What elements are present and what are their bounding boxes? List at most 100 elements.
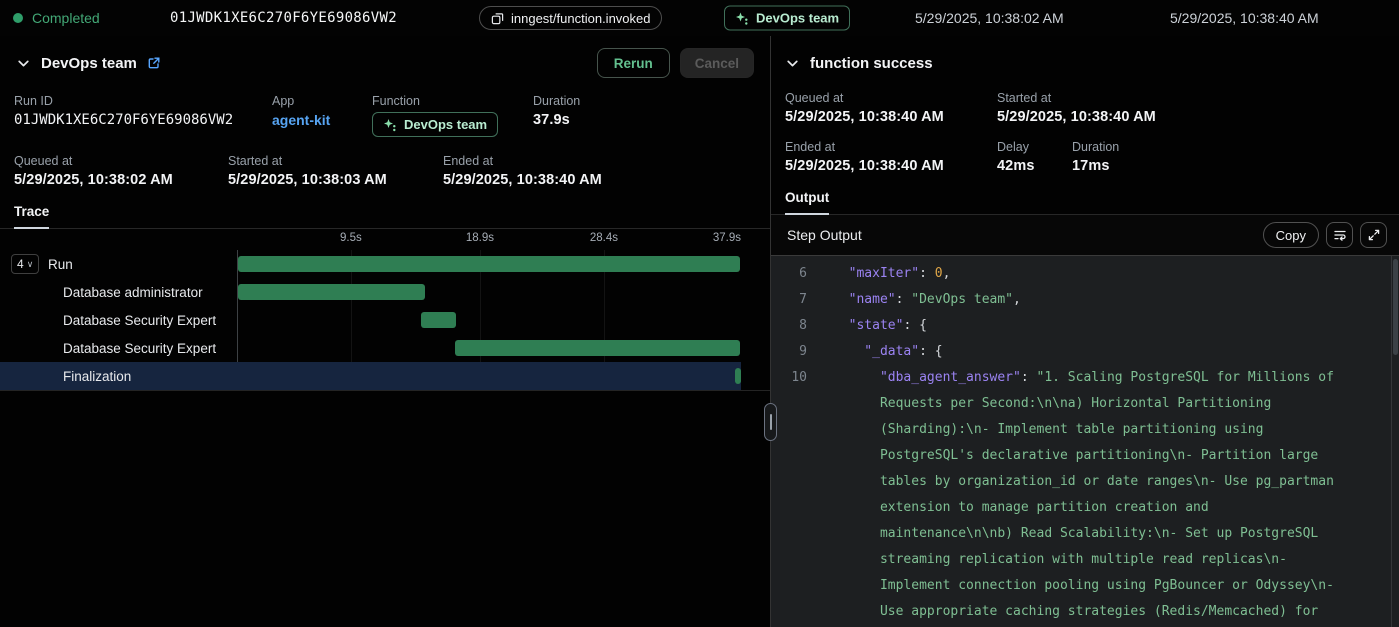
trace-span-bar[interactable] — [238, 284, 425, 300]
trace-row[interactable]: Database Security Expert — [0, 334, 770, 362]
tab-trace[interactable]: Trace — [14, 204, 49, 229]
trace-row-chart — [237, 334, 741, 362]
app-link[interactable]: agent-kit — [272, 112, 330, 128]
right-tabs: Output — [771, 189, 1399, 215]
run-id-field: Run ID 01JWDK1XE6C270F6YE69086VW2 — [14, 94, 272, 137]
code-line-content: "state": { — [833, 313, 979, 339]
axis-tick-label: 9.5s — [340, 232, 362, 244]
step-ended-label: Ended at — [785, 140, 997, 154]
run-details-panel: DevOps team Rerun Cancel Run ID 01JWDK1X… — [0, 36, 771, 627]
trace-axis-ticks: 9.5s18.9s28.4s37.9s — [237, 229, 741, 250]
sparkle-icon — [383, 118, 397, 132]
step-queued-field: Queued at 5/29/2025, 10:38:40 AM — [785, 91, 997, 125]
panel-resize-handle[interactable] — [764, 403, 777, 441]
code-line-content: "dba_agent_answer": "1. Scaling PostgreS… — [833, 365, 1399, 627]
topbar-run-id: 01JWDK1XE6C270F6YE69086VW2 — [170, 10, 397, 26]
axis-tick-label: 28.4s — [590, 232, 618, 244]
ended-label: Ended at — [443, 154, 602, 168]
step-output-title: Step Output — [787, 227, 862, 243]
run-id-value: 01JWDK1XE6C270F6YE69086VW2 — [14, 112, 272, 128]
expand-button[interactable] — [1360, 222, 1387, 248]
trace-row-label: Database Security Expert — [63, 313, 216, 328]
ended-value: 5/29/2025, 10:38:40 AM — [443, 172, 602, 188]
trace-row[interactable]: Database administrator — [0, 278, 770, 306]
function-label: Function — [372, 94, 533, 108]
code-scrollbar[interactable] — [1391, 256, 1399, 627]
trace-rows: 4∨Run Database administrator Database Secu… — [0, 250, 770, 391]
trace-row-chart — [237, 250, 741, 278]
left-tabs: Trace — [0, 203, 770, 229]
step-duration-value: 17ms — [1072, 158, 1119, 174]
app-field: App agent-kit — [272, 94, 372, 137]
status-dot-icon — [13, 13, 23, 23]
copy-button[interactable]: Copy — [1263, 222, 1319, 248]
queued-field: Queued at 5/29/2025, 10:38:02 AM — [14, 154, 228, 188]
trace-timeline: 9.5s18.9s28.4s37.9s 4∨RunDatabase admini… — [0, 229, 770, 391]
step-delay-label: Delay — [997, 140, 1072, 154]
word-wrap-button[interactable] — [1326, 222, 1353, 248]
function-field: Function DevOps team — [372, 94, 533, 137]
duration-value: 37.9s — [533, 112, 580, 128]
code-line-number: 8 — [771, 313, 807, 339]
step-header: function success — [771, 47, 1399, 79]
step-queued-label: Queued at — [785, 91, 997, 105]
step-ended-value: 5/29/2025, 10:38:40 AM — [785, 158, 997, 174]
code-line: 9"_data": { — [771, 339, 1399, 365]
event-icon — [491, 12, 504, 25]
event-badge[interactable]: inngest/function.invoked — [479, 6, 662, 30]
code-line-number: 7 — [771, 287, 807, 313]
step-delay-value: 42ms — [997, 158, 1072, 174]
step-started-field: Started at 5/29/2025, 10:38:40 AM — [997, 91, 1156, 125]
ended-field: Ended at 5/29/2025, 10:38:40 AM — [443, 154, 602, 188]
chevron-down-icon: ∨ — [27, 259, 34, 270]
chevron-down-icon[interactable] — [16, 56, 31, 71]
expand-icon — [1367, 228, 1381, 242]
step-output-code[interactable]: 6"maxIter": 0,7"name": "DevOps team",8"s… — [771, 255, 1399, 627]
step-title: function success — [810, 55, 933, 72]
trace-span-bar[interactable] — [455, 340, 740, 356]
code-scrollbar-thumb[interactable] — [1393, 259, 1398, 355]
external-link-icon[interactable] — [147, 56, 161, 70]
run-status-bar: Completed 01JWDK1XE6C270F6YE69086VW2 inn… — [0, 0, 1399, 36]
trace-axis: 9.5s18.9s28.4s37.9s — [0, 229, 770, 250]
status-label: Completed — [32, 10, 100, 26]
step-ended-field: Ended at 5/29/2025, 10:38:40 AM — [785, 140, 997, 174]
axis-tick-label: 18.9s — [466, 232, 494, 244]
step-started-value: 5/29/2025, 10:38:40 AM — [997, 109, 1156, 125]
trace-span-bar[interactable] — [735, 368, 741, 384]
started-field: Started at 5/29/2025, 10:38:03 AM — [228, 154, 443, 188]
code-line: 7"name": "DevOps team", — [771, 287, 1399, 313]
step-started-label: Started at — [997, 91, 1156, 105]
topbar-function-badge[interactable]: DevOps team — [724, 6, 850, 31]
function-badge-label: DevOps team — [404, 117, 487, 132]
trace-row-chart — [237, 306, 741, 334]
step-duration-field: Duration 17ms — [1072, 140, 1119, 174]
step-output-toolbar: Step Output Copy — [771, 215, 1399, 255]
trace-row[interactable]: Database Security Expert — [0, 306, 770, 334]
trace-span-bar[interactable] — [421, 312, 456, 328]
app-label: App — [272, 94, 372, 108]
function-badge[interactable]: DevOps team — [372, 112, 498, 137]
rerun-button[interactable]: Rerun — [597, 48, 670, 78]
expander-count: 4 — [17, 257, 24, 271]
chevron-down-icon[interactable] — [785, 56, 800, 71]
code-lines: 6"maxIter": 0,7"name": "DevOps team",8"s… — [771, 261, 1399, 627]
trace-row-label: Database Security Expert — [63, 341, 216, 356]
trace-row[interactable]: Finalization — [0, 362, 741, 390]
code-line: 8 "state": { — [771, 313, 1399, 339]
trace-span-bar[interactable] — [238, 256, 740, 272]
trace-row-label: Database administrator — [63, 285, 203, 300]
started-label: Started at — [228, 154, 443, 168]
main-split: DevOps team Rerun Cancel Run ID 01JWDK1X… — [0, 36, 1399, 627]
trace-row-chart — [237, 362, 741, 390]
trace-row[interactable]: 4∨Run — [0, 250, 770, 278]
tab-output[interactable]: Output — [785, 190, 829, 215]
run-times-row: Queued at 5/29/2025, 10:38:02 AM Started… — [0, 154, 770, 188]
cancel-button: Cancel — [680, 48, 754, 78]
queued-value: 5/29/2025, 10:38:02 AM — [14, 172, 228, 188]
row-expander-button[interactable]: 4∨ — [11, 254, 39, 274]
code-line-number: 6 — [771, 261, 807, 287]
step-details-panel: function success Queued at 5/29/2025, 10… — [771, 36, 1399, 627]
duration-field: Duration 37.9s — [533, 94, 580, 137]
topbar-function-badge-label: DevOps team — [756, 11, 839, 26]
